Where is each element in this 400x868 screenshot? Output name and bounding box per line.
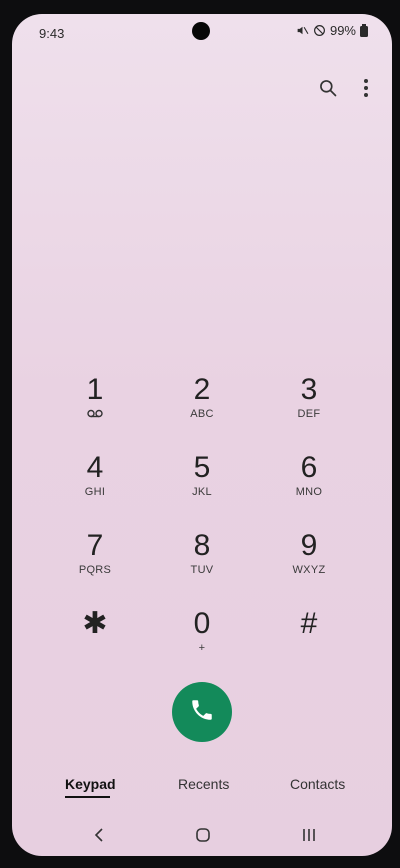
navigation-bar [12,820,392,850]
do-not-disturb-icon [313,24,326,37]
back-icon[interactable] [84,824,114,846]
key-digit: 0 [193,607,211,640]
key-3[interactable]: 3 DEF [269,374,349,438]
key-digit: 4 [86,451,104,484]
voicemail-icon [55,409,135,418]
key-1[interactable]: 1 [55,374,135,438]
key-star[interactable]: ✱ [55,608,135,672]
key-letters: WXYZ [292,564,326,576]
tab-contacts[interactable]: Contacts [290,776,345,792]
bottom-tabs: Keypad Recents Contacts [12,776,392,806]
key-5[interactable]: 5 JKL [162,452,242,516]
key-4[interactable]: 4 GHI [55,452,135,516]
key-letters: + [198,642,206,654]
tab-recents[interactable]: Recents [178,776,229,792]
key-letters: ABC [190,408,214,420]
key-6[interactable]: 6 MNO [269,452,349,516]
key-digit: 2 [193,373,211,406]
key-letters: PQRS [78,564,112,576]
tab-keypad[interactable]: Keypad [65,776,116,792]
recent-apps-icon[interactable] [294,824,324,846]
top-actions [316,76,378,100]
search-icon[interactable] [316,76,340,100]
status-bar: 9:43 99% [12,14,392,48]
battery-text: 99% [329,23,356,38]
battery-icon [360,24,368,37]
phone-icon [189,697,215,728]
key-digit: 9 [300,529,318,562]
key-hash[interactable]: # [269,608,349,672]
key-digit: 6 [300,451,318,484]
key-9[interactable]: 9 WXYZ [269,530,349,594]
key-digit: 1 [86,373,104,406]
key-letters: MNO [295,486,323,498]
key-digit: 8 [193,529,211,562]
key-letters: TUV [190,564,214,576]
key-digit: 5 [193,451,211,484]
key-0[interactable]: 0 + [162,608,242,672]
key-7[interactable]: 7 PQRS [55,530,135,594]
key-digit: 3 [300,373,318,406]
status-icons: 99% [296,23,368,38]
phone-screen: 9:43 99% 1 2 ABC 3 DEF 4 GHI 5 JKL 6 MNO… [12,14,392,856]
key-digit: 7 [86,529,104,562]
mute-icon [296,24,309,37]
key-digit: ✱ [82,607,108,640]
status-time: 9:43 [39,26,65,41]
call-button[interactable] [172,682,232,742]
key-8[interactable]: 8 TUV [162,530,242,594]
more-options-icon[interactable] [354,76,378,100]
key-letters: JKL [192,486,212,498]
key-letters: DEF [297,408,321,420]
key-letters: GHI [84,486,106,498]
active-tab-indicator [65,796,110,798]
key-2[interactable]: 2 ABC [162,374,242,438]
key-digit: # [300,607,318,640]
home-icon[interactable] [188,824,218,846]
